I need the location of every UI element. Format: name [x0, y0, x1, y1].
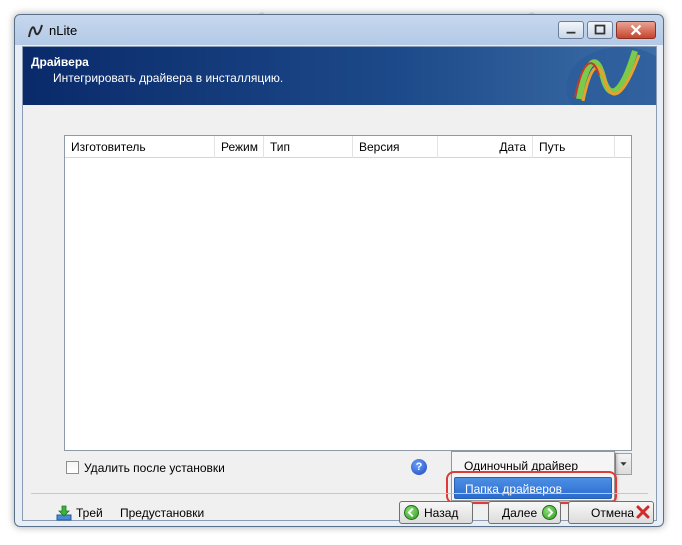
maximize-icon: [594, 24, 606, 35]
help-icon[interactable]: ?: [411, 459, 427, 475]
minimize-button[interactable]: [558, 21, 584, 39]
nlite-banner-logo-icon: [566, 47, 656, 105]
cancel-button-label: Отмена: [591, 506, 635, 520]
nlite-logo-icon: [28, 24, 43, 38]
column-header-version[interactable]: Версия: [353, 136, 438, 158]
arrow-left-icon: [404, 505, 419, 520]
tray-label: Трей: [76, 506, 103, 520]
drivers-list[interactable]: Изготовитель Режим Тип Версия Дата Путь: [64, 135, 632, 451]
page-subtitle: Интегрировать драйвера в инсталляцию.: [53, 71, 284, 85]
back-button-label: Назад: [424, 506, 459, 520]
add-dropdown-arrow[interactable]: [615, 453, 632, 475]
presets-button[interactable]: Предустановки: [120, 506, 204, 520]
minimize-icon: [566, 31, 576, 34]
page-header: Драйвера Интегрировать драйвера в инстал…: [23, 47, 656, 105]
delete-after-install-label[interactable]: Удалить после установки: [84, 461, 225, 475]
wizard-client-area: Драйвера Интегрировать драйвера в инстал…: [22, 46, 657, 524]
cancel-x-icon: [636, 505, 650, 519]
cancel-button[interactable]: Отмена: [568, 501, 654, 524]
tray-download-icon: [56, 505, 72, 521]
delete-after-install-checkbox[interactable]: [66, 461, 79, 474]
page-title: Драйвера: [31, 55, 89, 69]
arrow-right-icon: [542, 505, 557, 520]
footer-separator: [31, 493, 648, 494]
next-button[interactable]: Далее: [488, 501, 561, 524]
window-title: nLite: [49, 23, 78, 38]
close-button[interactable]: [616, 21, 656, 39]
chevron-down-icon: [620, 462, 627, 466]
maximize-button[interactable]: [587, 21, 613, 39]
column-header-date[interactable]: Дата: [438, 136, 533, 158]
column-header-mode[interactable]: Режим: [215, 136, 264, 158]
title-bar[interactable]: nLite: [15, 15, 663, 46]
column-header-manufacturer[interactable]: Изготовитель: [65, 136, 215, 158]
back-button[interactable]: Назад: [399, 501, 473, 524]
list-column-headers: Изготовитель Режим Тип Версия Дата Путь: [65, 136, 631, 158]
nlite-window: nLite Драйвера Интегрировать драйвера в …: [14, 14, 664, 527]
column-header-path[interactable]: Путь: [533, 136, 615, 158]
close-icon: [630, 24, 642, 36]
column-header-type[interactable]: Тип: [264, 136, 353, 158]
next-button-label: Далее: [502, 506, 538, 520]
highlight-annotation-ring: [446, 471, 617, 504]
